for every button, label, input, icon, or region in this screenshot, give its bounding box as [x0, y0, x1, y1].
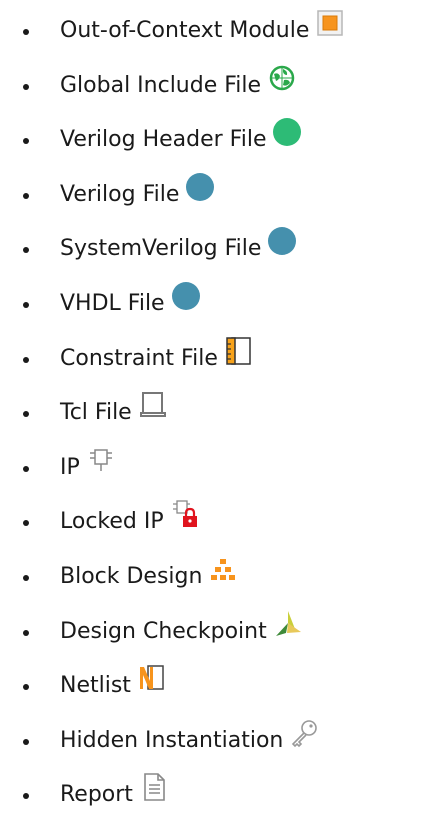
item-label: Hidden Instantiation: [60, 727, 284, 753]
netlist-icon: [137, 663, 167, 693]
list-item: SystemVerilog File: [0, 227, 439, 285]
key-icon: [289, 718, 319, 748]
bullet: [23, 738, 29, 745]
bullet: [23, 793, 29, 800]
item-label: SystemVerilog File: [60, 236, 262, 262]
list-item: IP: [0, 449, 439, 504]
list-item: Verilog File: [0, 172, 439, 231]
ooc-module-icon: [315, 8, 345, 38]
item-label: Tcl File: [60, 400, 132, 426]
bullet: [23, 29, 29, 35]
list-item: Out-of-Context Module: [0, 10, 439, 67]
constraint-file-icon: [224, 336, 254, 366]
item-label: Out-of-Context Module: [60, 18, 310, 43]
item-label: Verilog Header File: [60, 127, 267, 153]
blue-dot-icon: [185, 172, 215, 202]
list-item: Tcl File: [0, 392, 439, 449]
item-label: IP: [60, 454, 80, 480]
file-type-legend: Out-of-Context Module Global Include Fil…: [0, 0, 439, 831]
item-label: Design Checkpoint: [60, 618, 267, 644]
list-item: Hidden Instantiation: [0, 719, 439, 777]
tcl-file-icon: [138, 390, 168, 420]
ip-icon: [86, 445, 116, 475]
list-item: Netlist: [0, 665, 439, 722]
global-include-icon: [267, 63, 297, 93]
item-label: Global Include File: [60, 72, 262, 98]
blue-dot-icon: [267, 226, 297, 256]
item-label: Block Design: [60, 563, 203, 589]
list-item: Block Design: [0, 558, 439, 613]
item-label: Netlist: [60, 673, 131, 699]
list-item: Constraint File: [0, 336, 439, 395]
bullet: [23, 192, 29, 199]
list-item: Locked IP: [0, 500, 439, 558]
bullet: [23, 684, 29, 691]
green-dot-icon: [272, 117, 302, 147]
list-item: Design Checkpoint: [0, 610, 439, 668]
block-design-icon: [208, 554, 238, 584]
list-item: Global Include File: [0, 65, 439, 122]
item-label: Report: [60, 782, 133, 808]
bullet: [23, 465, 29, 472]
bullet: [23, 138, 29, 145]
list-item: VHDL File: [0, 281, 439, 340]
bullet: [23, 411, 29, 418]
list-item: Report: [0, 773, 439, 831]
item-label: Constraint File: [60, 345, 218, 371]
report-icon: [139, 772, 169, 802]
bullet: [23, 301, 29, 308]
locked-ip-icon: [170, 499, 200, 529]
item-label: VHDL File: [60, 290, 165, 316]
bullet: [23, 574, 29, 581]
bullet: [23, 247, 29, 254]
bullet: [23, 520, 29, 527]
list-item: Verilog Header File: [0, 118, 439, 176]
item-label: Locked IP: [60, 509, 164, 535]
bullet: [23, 629, 29, 636]
blue-dot-icon: [171, 281, 201, 311]
bullet: [23, 356, 29, 363]
design-checkpoint-icon: [273, 609, 303, 639]
bullet: [23, 83, 29, 90]
item-label: Verilog File: [60, 181, 180, 207]
